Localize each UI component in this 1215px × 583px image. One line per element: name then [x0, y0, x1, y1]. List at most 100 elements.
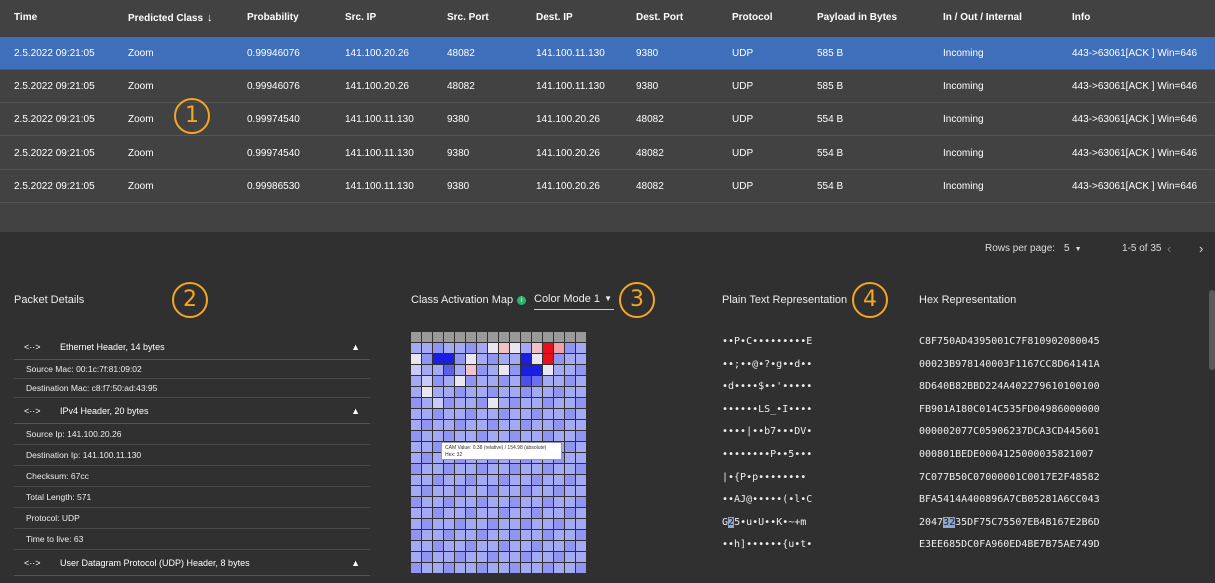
- cam-cell[interactable]: [444, 409, 454, 419]
- cam-cell[interactable]: [521, 420, 531, 430]
- cam-cell[interactable]: [565, 398, 575, 408]
- cam-cell[interactable]: [521, 552, 531, 562]
- cam-cell[interactable]: [488, 475, 498, 485]
- cam-cell[interactable]: [488, 530, 498, 540]
- cam-cell[interactable]: [477, 486, 487, 496]
- cam-cell[interactable]: [499, 332, 509, 342]
- cam-cell[interactable]: [477, 464, 487, 474]
- cam-cell[interactable]: [532, 343, 542, 353]
- cam-cell[interactable]: [521, 365, 531, 375]
- cam-cell[interactable]: [444, 497, 454, 507]
- cam-cell[interactable]: [532, 409, 542, 419]
- cam-cell[interactable]: [466, 387, 476, 397]
- cam-cell[interactable]: [521, 409, 531, 419]
- cam-cell[interactable]: [510, 541, 520, 551]
- cam-cell[interactable]: [554, 343, 564, 353]
- cam-cell[interactable]: [411, 453, 421, 463]
- table-row[interactable]: 2.5.2022 09:21:05 Zoom 0.99986530 141.100.1…: [0, 170, 1215, 203]
- section-udp-header[interactable]: <··> User Datagram Protocol (UDP) Header…: [14, 550, 370, 576]
- cam-cell[interactable]: [433, 409, 443, 419]
- cam-cell[interactable]: [565, 508, 575, 518]
- cam-cell[interactable]: [499, 343, 509, 353]
- cam-cell[interactable]: [543, 376, 553, 386]
- cam-cell[interactable]: [565, 442, 575, 452]
- cam-cell[interactable]: [554, 519, 564, 529]
- cam-cell[interactable]: [499, 508, 509, 518]
- cam-cell[interactable]: [565, 365, 575, 375]
- chevron-up-icon[interactable]: ▲: [351, 398, 360, 424]
- cam-cell[interactable]: [477, 508, 487, 518]
- cam-cell[interactable]: [422, 354, 432, 364]
- cam-cell[interactable]: [543, 464, 553, 474]
- cam-cell[interactable]: [499, 431, 509, 441]
- cam-cell[interactable]: [411, 497, 421, 507]
- cam-cell[interactable]: [411, 508, 421, 518]
- cam-cell[interactable]: [477, 552, 487, 562]
- cam-cell[interactable]: [576, 453, 586, 463]
- cam-cell[interactable]: [543, 343, 553, 353]
- cam-cell[interactable]: [422, 563, 432, 573]
- cam-cell[interactable]: [532, 530, 542, 540]
- cam-cell[interactable]: [576, 332, 586, 342]
- cam-cell[interactable]: [433, 376, 443, 386]
- cam-cell[interactable]: [455, 343, 465, 353]
- cam-cell[interactable]: [477, 376, 487, 386]
- cam-cell[interactable]: [477, 541, 487, 551]
- cam-cell[interactable]: [576, 475, 586, 485]
- cam-cell[interactable]: [444, 376, 454, 386]
- column-header-dest-ip[interactable]: Dest. IP: [536, 0, 573, 36]
- cam-cell[interactable]: [455, 431, 465, 441]
- cam-cell[interactable]: [466, 398, 476, 408]
- cam-cell[interactable]: [576, 431, 586, 441]
- cam-cell[interactable]: [488, 552, 498, 562]
- cam-cell[interactable]: [510, 343, 520, 353]
- cam-cell[interactable]: [554, 508, 564, 518]
- column-header-direction[interactable]: In / Out / Internal: [943, 0, 1022, 36]
- cam-cell[interactable]: [411, 343, 421, 353]
- cam-cell[interactable]: [521, 541, 531, 551]
- cam-cell[interactable]: [521, 563, 531, 573]
- cam-cell[interactable]: [411, 475, 421, 485]
- table-row[interactable]: 2.5.2022 09:21:05 Zoom 0.99974540 141.100.1…: [0, 137, 1215, 170]
- cam-cell[interactable]: [565, 354, 575, 364]
- cam-cell[interactable]: [532, 519, 542, 529]
- cam-cell[interactable]: [565, 563, 575, 573]
- cam-cell[interactable]: [532, 376, 542, 386]
- cam-cell[interactable]: [411, 431, 421, 441]
- cam-cell[interactable]: [466, 409, 476, 419]
- cam-cell[interactable]: [444, 519, 454, 529]
- cam-cell[interactable]: [532, 354, 542, 364]
- cam-cell[interactable]: [499, 376, 509, 386]
- cam-cell[interactable]: [510, 519, 520, 529]
- cam-cell[interactable]: [477, 409, 487, 419]
- cam-cell[interactable]: [411, 376, 421, 386]
- cam-cell[interactable]: [554, 497, 564, 507]
- cam-cell[interactable]: [521, 530, 531, 540]
- cam-cell[interactable]: [466, 332, 476, 342]
- cam-cell[interactable]: [521, 464, 531, 474]
- cam-cell[interactable]: [477, 354, 487, 364]
- cam-cell[interactable]: [422, 508, 432, 518]
- cam-cell[interactable]: [521, 387, 531, 397]
- cam-cell[interactable]: [499, 354, 509, 364]
- cam-cell[interactable]: [411, 354, 421, 364]
- cam-cell[interactable]: [565, 464, 575, 474]
- chevron-left-icon[interactable]: ‹: [1167, 232, 1171, 266]
- column-header-probability[interactable]: Probability: [247, 0, 299, 36]
- cam-cell[interactable]: [466, 519, 476, 529]
- cam-cell[interactable]: [455, 486, 465, 496]
- cam-cell[interactable]: [422, 453, 432, 463]
- cam-cell[interactable]: [466, 552, 476, 562]
- cam-cell[interactable]: [532, 508, 542, 518]
- cam-cell[interactable]: [576, 486, 586, 496]
- cam-cell[interactable]: [532, 398, 542, 408]
- cam-cell[interactable]: [444, 475, 454, 485]
- cam-cell[interactable]: [554, 563, 564, 573]
- rows-per-page-select[interactable]: 5 ▼: [1064, 232, 1082, 267]
- cam-cell[interactable]: [543, 365, 553, 375]
- cam-cell[interactable]: [455, 497, 465, 507]
- cam-cell[interactable]: [521, 398, 531, 408]
- cam-cell[interactable]: [576, 530, 586, 540]
- cam-cell[interactable]: [444, 431, 454, 441]
- cam-cell[interactable]: [466, 431, 476, 441]
